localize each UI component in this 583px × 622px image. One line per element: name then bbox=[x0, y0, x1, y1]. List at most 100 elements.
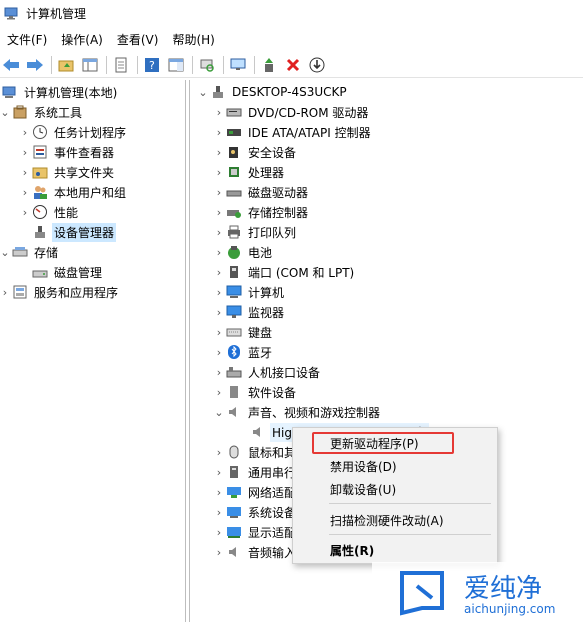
action-pane-icon[interactable] bbox=[165, 54, 187, 76]
chevron-right-icon[interactable]: › bbox=[214, 222, 224, 242]
tree-item-computer-name[interactable]: ⌄ DESKTOP-4S3UCKP bbox=[198, 82, 349, 102]
update-driver-icon[interactable] bbox=[258, 54, 280, 76]
chevron-right-icon[interactable]: › bbox=[214, 322, 224, 342]
chevron-right-icon[interactable]: › bbox=[214, 522, 224, 542]
tree-item-device-manager[interactable]: 设备管理器 bbox=[30, 222, 117, 242]
chevron-right-icon[interactable]: › bbox=[214, 382, 224, 402]
device-category-row[interactable]: › 存储控制器 bbox=[214, 202, 310, 222]
window-title: 计算机管理 bbox=[26, 6, 87, 21]
chevron-right-icon[interactable]: › bbox=[214, 302, 224, 322]
device-category-row[interactable]: › IDE ATA/ATAPI 控制器 bbox=[214, 122, 373, 142]
menu-bar: 文件(F) 操作(A) 查看(V) 帮助(H) bbox=[0, 28, 583, 50]
menu-disable-device[interactable]: 禁用设备(D) bbox=[330, 458, 397, 475]
menu-view[interactable]: 查看(V) bbox=[110, 31, 166, 48]
tree-item-disk-management[interactable]: 磁盘管理 bbox=[30, 262, 104, 282]
menu-action[interactable]: 操作(A) bbox=[54, 31, 110, 48]
security-device-icon bbox=[226, 144, 242, 160]
chevron-right-icon[interactable]: › bbox=[20, 142, 30, 162]
chevron-down-icon[interactable]: ⌄ bbox=[0, 242, 10, 262]
chevron-right-icon[interactable]: › bbox=[214, 142, 224, 162]
chevron-down-icon[interactable]: ⌄ bbox=[198, 82, 208, 102]
download-circle-icon[interactable] bbox=[306, 54, 328, 76]
device-category-row[interactable]: › 电池 bbox=[214, 242, 274, 262]
show-hide-tree-icon[interactable] bbox=[79, 54, 101, 76]
toolbar: ? bbox=[0, 52, 583, 78]
device-category-row[interactable]: › DVD/CD-ROM 驱动器 bbox=[214, 102, 370, 122]
tree-item-performance[interactable]: › 性能 bbox=[20, 202, 80, 222]
uninstall-icon[interactable] bbox=[282, 54, 304, 76]
chevron-right-icon[interactable]: › bbox=[214, 542, 224, 562]
menu-scan-hardware[interactable]: 扫描检测硬件改动(A) bbox=[330, 512, 444, 529]
chevron-right-icon[interactable]: › bbox=[214, 162, 224, 182]
device-category-row[interactable]: › 磁盘驱动器 bbox=[214, 182, 310, 202]
title-bar: 计算机管理 bbox=[0, 0, 583, 26]
scan-hardware-icon[interactable] bbox=[196, 54, 218, 76]
device-category-row[interactable]: › 监视器 bbox=[214, 302, 286, 322]
tree-item-shared-folders[interactable]: › 共享文件夹 bbox=[20, 162, 116, 182]
printer-icon bbox=[226, 224, 242, 240]
up-folder-icon[interactable] bbox=[55, 54, 77, 76]
chevron-right-icon[interactable]: › bbox=[214, 342, 224, 362]
menu-properties[interactable]: 属性(R) bbox=[330, 542, 374, 559]
device-category-row[interactable]: › 端口 (COM 和 LPT) bbox=[214, 262, 356, 282]
device-category-row[interactable]: › 蓝牙 bbox=[214, 342, 274, 362]
chevron-right-icon[interactable]: › bbox=[214, 182, 224, 202]
chevron-right-icon[interactable]: › bbox=[214, 102, 224, 122]
menu-file[interactable]: 文件(F) bbox=[0, 31, 54, 48]
watermark: 爱纯净 aichunjing.com bbox=[372, 562, 583, 622]
device-category-row[interactable]: › 处理器 bbox=[214, 162, 286, 182]
toolbar-divider bbox=[51, 55, 52, 74]
chevron-right-icon[interactable]: › bbox=[214, 362, 224, 382]
tree-item-services-apps[interactable]: › 服务和应用程序 bbox=[0, 282, 120, 302]
device-manager-icon bbox=[32, 224, 48, 240]
system-device-icon bbox=[226, 504, 242, 520]
chevron-down-icon[interactable]: ⌄ bbox=[0, 102, 10, 122]
toolbar-divider bbox=[106, 55, 107, 74]
tree-item-event-viewer[interactable]: › 事件查看器 bbox=[20, 142, 116, 162]
disk-drive-icon bbox=[226, 184, 242, 200]
chevron-right-icon[interactable]: › bbox=[214, 262, 224, 282]
device-category-row[interactable]: › 软件设备 bbox=[214, 382, 298, 402]
device-category-row[interactable]: › 计算机 bbox=[214, 282, 286, 302]
help-icon[interactable]: ? bbox=[141, 54, 163, 76]
svg-text:?: ? bbox=[149, 59, 155, 72]
chevron-right-icon[interactable]: › bbox=[214, 502, 224, 522]
disk-icon bbox=[32, 264, 48, 280]
chevron-right-icon[interactable]: › bbox=[20, 162, 30, 182]
tree-item-storage[interactable]: ⌄ 存储 bbox=[0, 242, 60, 262]
monitor-icon[interactable] bbox=[227, 54, 249, 76]
menu-uninstall-device[interactable]: 卸载设备(U) bbox=[330, 481, 396, 498]
chevron-right-icon[interactable]: › bbox=[214, 442, 224, 462]
back-arrow-icon[interactable] bbox=[0, 54, 22, 76]
chevron-down-icon[interactable]: ⌄ bbox=[214, 402, 224, 422]
device-category-row[interactable]: › 系统设备 bbox=[214, 502, 298, 522]
computer-node-icon bbox=[210, 84, 226, 100]
computer-icon bbox=[226, 284, 242, 300]
tree-item-task-scheduler[interactable]: › 任务计划程序 bbox=[20, 122, 128, 142]
device-category-row[interactable]: › 安全设备 bbox=[214, 142, 298, 162]
chevron-right-icon[interactable]: › bbox=[214, 202, 224, 222]
tree-item-system-tools[interactable]: ⌄ 系统工具 bbox=[0, 102, 84, 122]
chevron-right-icon[interactable]: › bbox=[214, 482, 224, 502]
port-icon bbox=[226, 264, 242, 280]
device-category-row[interactable]: › 人机接口设备 bbox=[214, 362, 322, 382]
device-category-row[interactable]: › 打印队列 bbox=[214, 222, 298, 242]
highlight-box bbox=[312, 432, 454, 454]
chevron-right-icon[interactable]: › bbox=[214, 462, 224, 482]
display-adapter-icon bbox=[226, 524, 242, 540]
chevron-right-icon[interactable]: › bbox=[20, 122, 30, 142]
forward-arrow-icon[interactable] bbox=[24, 54, 46, 76]
chevron-right-icon[interactable]: › bbox=[20, 202, 30, 222]
device-category-row[interactable]: ⌄ 声音、视频和游戏控制器 bbox=[214, 402, 382, 422]
device-category-row[interactable]: › 键盘 bbox=[214, 322, 274, 342]
tools-icon bbox=[12, 104, 28, 120]
menu-help[interactable]: 帮助(H) bbox=[165, 31, 221, 48]
properties-icon[interactable] bbox=[110, 54, 132, 76]
chevron-right-icon[interactable]: › bbox=[214, 242, 224, 262]
tree-item-root[interactable]: 计算机管理(本地) bbox=[0, 82, 119, 102]
chevron-right-icon[interactable]: › bbox=[0, 282, 10, 302]
chevron-right-icon[interactable]: › bbox=[214, 122, 224, 142]
chevron-right-icon[interactable]: › bbox=[20, 182, 30, 202]
tree-item-local-users[interactable]: › 本地用户和组 bbox=[20, 182, 128, 202]
chevron-right-icon[interactable]: › bbox=[214, 282, 224, 302]
